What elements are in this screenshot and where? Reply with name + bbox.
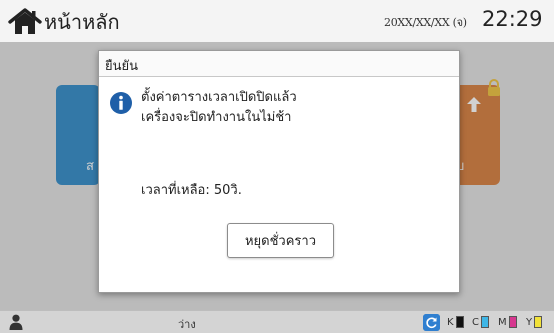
toner-m-level — [508, 316, 517, 328]
toner-c: C — [472, 316, 489, 328]
toner-c-label: C — [472, 316, 479, 328]
pause-button[interactable]: หยุดชั่วคราว — [227, 223, 334, 258]
toner-y: Y — [526, 316, 543, 328]
dialog-message-line-2: เครื่องจะปิดทำงานในไม่ช้า — [141, 110, 292, 125]
toner-c-level — [480, 316, 489, 328]
home-button[interactable]: หน้าหลัก — [8, 8, 120, 36]
home-label: หน้าหลัก — [44, 10, 120, 34]
home-icon — [8, 8, 42, 34]
dialog-message-line-1: ตั้งค่าตารางเวลาเปิดปิดแล้ว — [141, 90, 297, 105]
dialog-title: ยืนยัน — [105, 59, 139, 74]
toner-k-label: K — [447, 316, 454, 328]
toner-y-level — [534, 316, 543, 328]
screen: หน้าหลัก 20XX/XX/XX (จ) 22:29 ส บ ว่าง K — [0, 0, 554, 333]
toner-k: K — [447, 316, 464, 328]
refresh-icon[interactable] — [423, 314, 440, 331]
machine-status: ว่าง — [178, 318, 196, 331]
time-display: 22:29 — [482, 7, 543, 31]
header-bar: หน้าหลัก 20XX/XX/XX (จ) 22:29 — [0, 0, 554, 42]
toner-y-label: Y — [526, 316, 533, 328]
info-icon — [110, 92, 132, 114]
dialog-title-bar: ยืนยัน — [99, 51, 459, 77]
status-bar: ว่าง K C M Y — [0, 310, 554, 333]
dialog-message: ตั้งค่าตารางเวลาเปิดปิดแล้ว เครื่องจะปิด… — [141, 88, 441, 128]
confirm-dialog: ยืนยัน ตั้งค่าตารางเวลาเปิดปิดแล้ว เครื่… — [98, 50, 460, 293]
date-display: 20XX/XX/XX (จ) — [384, 16, 467, 29]
toner-m-label: M — [498, 316, 507, 328]
toner-k-level — [455, 316, 464, 328]
remaining-time: เวลาที่เหลือ: 50วิ. — [141, 183, 242, 198]
user-icon[interactable] — [9, 314, 23, 330]
toner-m: M — [498, 316, 517, 328]
